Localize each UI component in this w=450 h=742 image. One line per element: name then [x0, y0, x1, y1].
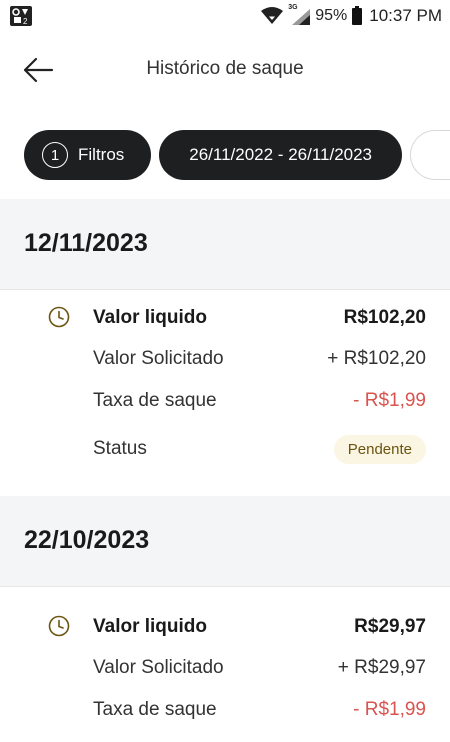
svg-text:2: 2: [23, 17, 28, 26]
fee-value: - R$1,99: [353, 699, 426, 720]
status-label: Status: [93, 438, 147, 459]
net-amount-value: R$29,97: [354, 616, 426, 637]
requested-amount-row: Valor Solicitado + R$29,97: [93, 655, 426, 681]
clock-icon: [48, 615, 70, 637]
requested-amount-value: + R$29,97: [337, 657, 426, 678]
app-header: Histórico de saque: [0, 32, 450, 108]
requested-amount-value: + R$102,20: [327, 348, 426, 369]
date-group-header: 12/11/2023: [0, 199, 450, 289]
fee-row: Taxa de saque - R$1,99: [93, 697, 426, 723]
page-title: Histórico de saque: [146, 58, 304, 79]
net-amount-label: Valor liquido: [93, 616, 208, 637]
status-badge: Pendente: [333, 434, 426, 464]
app-notification-icon: 2: [10, 6, 32, 26]
filter-count-badge: 1: [42, 142, 68, 168]
battery-icon: [352, 5, 363, 25]
net-amount-label: Valor liquido: [93, 307, 208, 328]
date-range-label: 26/11/2022 - 26/11/2023: [189, 145, 373, 164]
net-amount-row: Valor liquido R$29,97: [93, 614, 426, 640]
next-chip-partial[interactable]: [410, 130, 450, 180]
requested-amount-label: Valor Solicitado: [93, 657, 224, 678]
status-row: Status Pendente: [93, 434, 426, 464]
filters-button[interactable]: 1 Filtros: [24, 130, 151, 180]
cell-signal: 3G: [288, 4, 311, 25]
net-amount-row: Valor liquido R$102,20: [93, 305, 426, 331]
filters-row: 1 Filtros 26/11/2022 - 26/11/2023: [24, 130, 450, 180]
net-amount-value: R$102,20: [343, 307, 426, 328]
fee-value: - R$1,99: [353, 390, 426, 411]
clock-time: 10:37 PM: [369, 6, 442, 25]
date-group-header: 22/10/2023: [0, 496, 450, 586]
signal-icon: [292, 9, 311, 25]
requested-amount-row: Valor Solicitado + R$102,20: [93, 346, 426, 372]
divider: [0, 586, 450, 587]
filters-label: Filtros: [78, 145, 125, 164]
date-range-chip[interactable]: 26/11/2022 - 26/11/2023: [158, 130, 403, 180]
date-group-label: 12/11/2023: [24, 229, 148, 257]
battery-percentage: 95%: [315, 7, 348, 24]
fee-label: Taxa de saque: [93, 390, 217, 411]
clock-icon: [48, 306, 70, 328]
requested-amount-label: Valor Solicitado: [93, 348, 224, 369]
withdrawal-item[interactable]: Valor liquido R$29,97 Valor Solicitado +…: [0, 600, 450, 742]
withdrawal-item[interactable]: Valor liquido R$102,20 Valor Solicitado …: [0, 290, 450, 496]
fee-label: Taxa de saque: [93, 699, 217, 720]
wifi-icon: [261, 7, 284, 24]
status-bar: 2 3G 95% 10:37 PM: [0, 0, 450, 32]
date-group-label: 22/10/2023: [24, 526, 150, 554]
fee-row: Taxa de saque - R$1,99: [93, 388, 426, 414]
